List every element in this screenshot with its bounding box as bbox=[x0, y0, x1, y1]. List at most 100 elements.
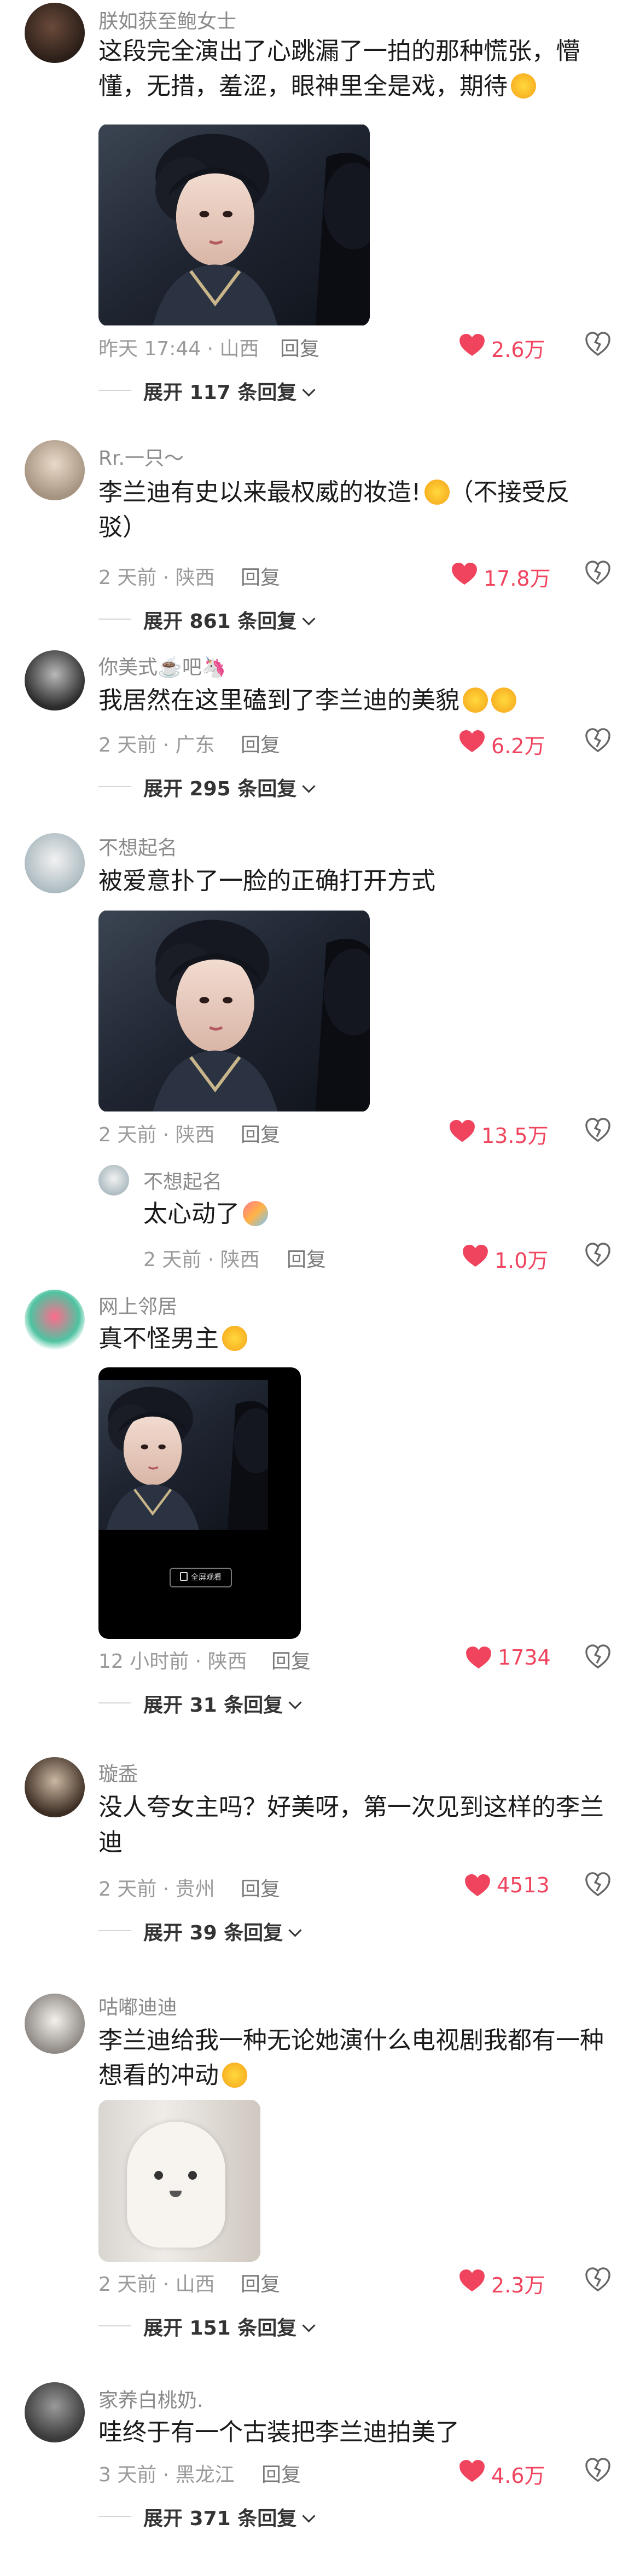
comment-text: 这段完全演出了心跳漏了一拍的那种慌张，懵懂，无措，羞涩，眼神里全是戏，期待 bbox=[98, 37, 580, 100]
dislike-heart-icon[interactable] bbox=[585, 1243, 610, 1268]
reply-button[interactable]: 回复 bbox=[241, 1119, 280, 1147]
dislike-heart-icon[interactable] bbox=[585, 1644, 610, 1670]
heart-hands-icon bbox=[243, 1201, 268, 1226]
divider bbox=[98, 1930, 131, 1931]
expand-replies-button[interactable]: 展开 371 条回复 bbox=[143, 2503, 316, 2531]
pleading-face-icon bbox=[424, 480, 450, 505]
divider bbox=[98, 2516, 131, 2517]
reply-button[interactable]: 回复 bbox=[241, 729, 280, 758]
comment-meta: 2 天前 · 贵州 bbox=[98, 1878, 215, 1901]
avatar[interactable] bbox=[25, 1290, 85, 1350]
expand-replies-button[interactable]: 展开 295 条回复 bbox=[143, 773, 316, 801]
like-count: 13.5万 bbox=[481, 1124, 549, 1148]
avatar[interactable] bbox=[98, 1165, 129, 1195]
like-count: 17.8万 bbox=[484, 567, 551, 591]
avatar[interactable] bbox=[25, 650, 85, 711]
comment-8: 家养白桃奶. 哇终于有一个古装把李兰迪拍美了 3 天前 · 黑龙江 回复 4.6… bbox=[0, 2376, 640, 2576]
expand-replies-button[interactable]: 展开 151 条回复 bbox=[143, 2312, 316, 2341]
comment-text: 我居然在这里磕到了李兰迪的美貌 bbox=[98, 683, 591, 718]
comment-image[interactable] bbox=[98, 124, 370, 326]
comment-text: 哇终于有一个古装把李兰迪拍美了 bbox=[98, 2418, 459, 2446]
comment-3: 你美式☕️吧🦄 我居然在这里磕到了李兰迪的美貌 2 天前 · 广东 回复 6.2… bbox=[0, 646, 640, 832]
comment-text: 李兰迪给我一种无论她演什么电视剧我都有一种想看的冲动 bbox=[98, 2026, 604, 2089]
heart-icon[interactable] bbox=[465, 1874, 490, 1897]
divider bbox=[98, 786, 131, 787]
username[interactable]: 不想起名 bbox=[98, 832, 177, 860]
avatar[interactable] bbox=[25, 440, 85, 500]
expand-replies-button[interactable]: 展开 861 条回复 bbox=[143, 605, 316, 634]
reply-button[interactable]: 回复 bbox=[241, 1873, 280, 1902]
username[interactable]: 朕如获至鲍女士 bbox=[98, 5, 236, 34]
reply-button[interactable]: 回复 bbox=[241, 2268, 280, 2297]
dislike-heart-icon[interactable] bbox=[585, 2458, 610, 2483]
divider bbox=[98, 619, 131, 620]
heart-icon[interactable] bbox=[466, 1647, 491, 1670]
heart-icon[interactable] bbox=[452, 563, 477, 586]
reply-button[interactable]: 回复 bbox=[241, 562, 280, 590]
dislike-heart-icon[interactable] bbox=[585, 2267, 610, 2292]
party-popper-icon bbox=[511, 73, 536, 99]
username[interactable]: 家养白桃奶. bbox=[98, 2384, 203, 2413]
comment-meta: 昨天 17:44 · 山西 bbox=[98, 338, 259, 360]
comment-6: 璇盉 没人夸女主吗？好美呀，第一次见到这样的李兰迪 2 天前 · 贵州 回复 4… bbox=[0, 1752, 640, 1960]
dislike-heart-icon[interactable] bbox=[585, 561, 610, 586]
heart-icon[interactable] bbox=[459, 730, 485, 753]
heart-icon[interactable] bbox=[459, 334, 485, 357]
username[interactable]: 网上邻居 bbox=[98, 1291, 177, 1319]
reply-button[interactable]: 回复 bbox=[261, 2459, 301, 2487]
comment-text: 太心动了 bbox=[143, 1197, 581, 1232]
comment-5: 网上邻居 真不怪男主 全屏观看 12 小时前 · 陕西 回复 1734 展开 3… bbox=[0, 1281, 640, 1717]
expand-replies-button[interactable]: 展开 31 条回复 bbox=[143, 1689, 302, 1718]
avatar[interactable] bbox=[25, 2382, 85, 2442]
avatar[interactable] bbox=[25, 1994, 85, 2054]
avatar[interactable] bbox=[25, 1757, 85, 1817]
dislike-heart-icon[interactable] bbox=[585, 728, 610, 753]
comment-image[interactable] bbox=[98, 2100, 260, 2262]
comment-meta: 2 天前 · 陕西 bbox=[98, 1124, 215, 1146]
comment-text: 没人夸女主吗？好美呀，第一次见到这样的李兰迪 bbox=[98, 1793, 604, 1856]
chevron-down-icon bbox=[302, 612, 316, 626]
divider bbox=[98, 2325, 131, 2326]
comment-image[interactable] bbox=[98, 910, 370, 1112]
divider bbox=[98, 1702, 131, 1703]
chevron-down-icon bbox=[288, 1696, 302, 1709]
dislike-heart-icon[interactable] bbox=[585, 332, 610, 357]
heart-icon[interactable] bbox=[459, 2269, 485, 2292]
username[interactable]: 璇盉 bbox=[98, 1758, 138, 1787]
reply-button[interactable]: 回复 bbox=[287, 1244, 326, 1272]
reply-button[interactable]: 回复 bbox=[271, 1645, 311, 1674]
like-count: 4.6万 bbox=[491, 2464, 545, 2488]
crying-face-icon bbox=[491, 688, 516, 713]
fullscreen-button[interactable]: 全屏观看 bbox=[170, 1568, 232, 1587]
comment-meta: 2 天前 · 山西 bbox=[98, 2273, 215, 2296]
heart-icon[interactable] bbox=[463, 1245, 488, 1268]
like-count: 6.2万 bbox=[491, 734, 545, 758]
username[interactable]: Rr.一只～ bbox=[98, 442, 184, 471]
username[interactable]: 你美式☕️吧🦄 bbox=[98, 651, 226, 680]
like-count: 2.6万 bbox=[491, 338, 545, 362]
dislike-heart-icon[interactable] bbox=[585, 1872, 610, 1897]
dislike-heart-icon[interactable] bbox=[585, 1118, 610, 1143]
crying-face-icon bbox=[463, 688, 488, 713]
expand-replies-button[interactable]: 展开 39 条回复 bbox=[143, 1917, 302, 1945]
heart-icon[interactable] bbox=[450, 1120, 475, 1143]
username[interactable]: 咕嘟迪迪 bbox=[98, 1991, 177, 2020]
heart-icon[interactable] bbox=[459, 2460, 485, 2483]
comment-2: Rr.一只～ 李兰迪有史以来最权威的妆造! （不接受反驳） 2 天前 · 陕西 回… bbox=[0, 432, 640, 651]
chevron-down-icon bbox=[288, 1924, 302, 1937]
avatar[interactable] bbox=[25, 833, 85, 893]
divider bbox=[98, 390, 131, 391]
like-count: 1.0万 bbox=[494, 1249, 549, 1273]
comment-1: 朕如获至鲍女士 这段完全演出了心跳漏了一拍的那种慌张，懵懂，无措，羞涩，眼神里全… bbox=[0, 0, 640, 405]
reply-button[interactable]: 回复 bbox=[280, 333, 319, 361]
comment-text: 真不怪男主 bbox=[98, 1321, 591, 1356]
expand-replies-button[interactable]: 展开 117 条回复 bbox=[143, 377, 316, 405]
chevron-down-icon bbox=[302, 2509, 316, 2523]
like-count: 1734 bbox=[498, 1645, 551, 1670]
comment-video[interactable]: 全屏观看 bbox=[98, 1367, 301, 1639]
comment-meta: 12 小时前 · 陕西 bbox=[98, 1650, 247, 1673]
username[interactable]: 不想起名 bbox=[143, 1166, 222, 1194]
comment-meta: 3 天前 · 黑龙江 bbox=[98, 2464, 235, 2486]
comment-7: 咕嘟迪迪 李兰迪给我一种无论她演什么电视剧我都有一种想看的冲动 2 天前 · 山… bbox=[0, 1982, 640, 2343]
avatar[interactable] bbox=[25, 3, 85, 63]
